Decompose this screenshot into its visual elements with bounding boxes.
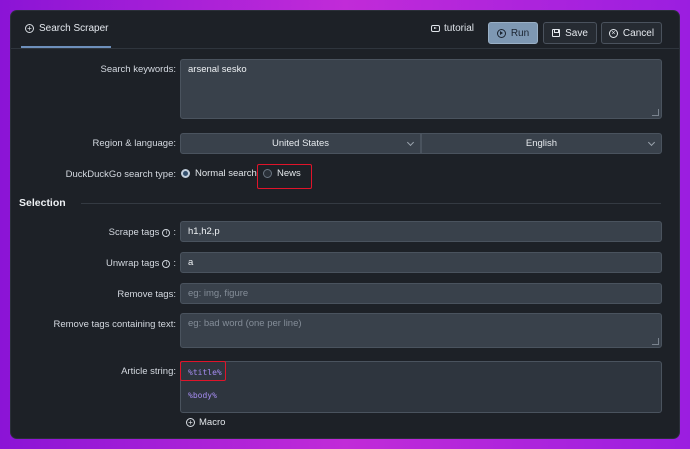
- section-divider: [81, 203, 661, 204]
- search-type-label-text: DuckDuckGo search type:: [65, 169, 176, 180]
- label-colon: :: [173, 258, 176, 269]
- scraper-window: + Search Scraper tutorial Run Save × Can…: [11, 11, 679, 438]
- unwrap-tags-label: Unwrap tags i :: [106, 258, 176, 269]
- unwrap-tags-input[interactable]: a: [180, 252, 662, 273]
- save-button[interactable]: Save: [543, 22, 597, 44]
- article-string-editor[interactable]: %title% %body%: [180, 361, 662, 413]
- label-colon: :: [173, 227, 176, 238]
- scrape-tags-label-text: Scrape tags: [108, 227, 160, 238]
- language-value: English: [525, 138, 558, 149]
- search-keywords-input[interactable]: arsenal sesko: [180, 59, 662, 119]
- region-language-label-text: Region & language:: [92, 138, 176, 149]
- highlight-box: [257, 164, 312, 189]
- search-type-label: DuckDuckGo search type:: [66, 169, 176, 180]
- remove-tags-text-label: Remove tags containing text:: [53, 319, 176, 330]
- remove-tags-input[interactable]: eg: img, figure: [180, 283, 662, 304]
- article-string-label-text: Article string:: [121, 366, 176, 377]
- highlight-box: [180, 361, 226, 381]
- toolbar: + Search Scraper tutorial Run Save × Can…: [11, 11, 679, 49]
- scrape-tags-input[interactable]: h1,h2,p: [180, 221, 662, 242]
- radio-normal-search[interactable]: Normal search: [181, 168, 257, 179]
- chevron-down-icon: [647, 138, 656, 147]
- scrape-tags-value: h1,h2,p: [188, 226, 220, 237]
- play-icon: [496, 28, 506, 38]
- tab-label: Search Scraper: [39, 23, 109, 34]
- radio-normal-label: Normal search: [195, 168, 257, 179]
- article-string-label: Article string:: [121, 366, 176, 377]
- unwrap-tags-value: a: [188, 257, 194, 268]
- macro-label: Macro: [199, 417, 226, 428]
- save-label: Save: [565, 27, 588, 39]
- radio-selected-icon: [181, 169, 190, 178]
- remove-tags-placeholder: eg: img, figure: [188, 288, 249, 299]
- chevron-down-icon: [406, 138, 415, 147]
- cancel-button[interactable]: × Cancel: [601, 22, 662, 44]
- scrape-tags-label: Scrape tags i :: [109, 227, 176, 238]
- remove-tags-text-placeholder: eg: bad word (one per line): [188, 318, 302, 329]
- country-select[interactable]: United States: [180, 133, 421, 154]
- tutorial-link[interactable]: tutorial: [431, 23, 474, 34]
- youtube-icon: [431, 25, 440, 32]
- plus-circle-icon: +: [186, 418, 195, 427]
- remove-tags-text-input[interactable]: eg: bad word (one per line): [180, 313, 662, 348]
- resize-handle[interactable]: [652, 338, 659, 345]
- country-value: United States: [271, 138, 330, 149]
- info-icon[interactable]: i: [162, 259, 171, 268]
- plus-circle-icon: +: [25, 24, 34, 33]
- search-keywords-label: Search keywords:: [100, 64, 176, 75]
- remove-tags-text-label-text: Remove tags containing text:: [53, 319, 176, 330]
- info-icon[interactable]: i: [162, 228, 171, 237]
- unwrap-tags-label-text: Unwrap tags: [106, 258, 160, 269]
- save-icon: [552, 29, 561, 37]
- article-line-body: %body%: [188, 391, 217, 400]
- remove-tags-label: Remove tags:: [117, 289, 176, 300]
- region-language-label: Region & language:: [93, 138, 176, 149]
- tab-search-scraper[interactable]: + Search Scraper: [21, 11, 111, 48]
- add-macro-button[interactable]: + Macro: [186, 417, 225, 428]
- cancel-label: Cancel: [622, 27, 655, 39]
- section-title-selection: Selection: [19, 197, 66, 209]
- search-keywords-value: arsenal sesko: [188, 64, 247, 75]
- remove-tags-label-text: Remove tags:: [117, 289, 176, 300]
- close-icon: ×: [608, 28, 618, 38]
- tutorial-label: tutorial: [444, 23, 475, 34]
- language-select[interactable]: English: [421, 133, 662, 154]
- search-keywords-label-text: Search keywords:: [100, 64, 176, 75]
- run-button[interactable]: Run: [488, 22, 538, 44]
- resize-handle[interactable]: [652, 109, 659, 116]
- run-label: Run: [510, 27, 530, 39]
